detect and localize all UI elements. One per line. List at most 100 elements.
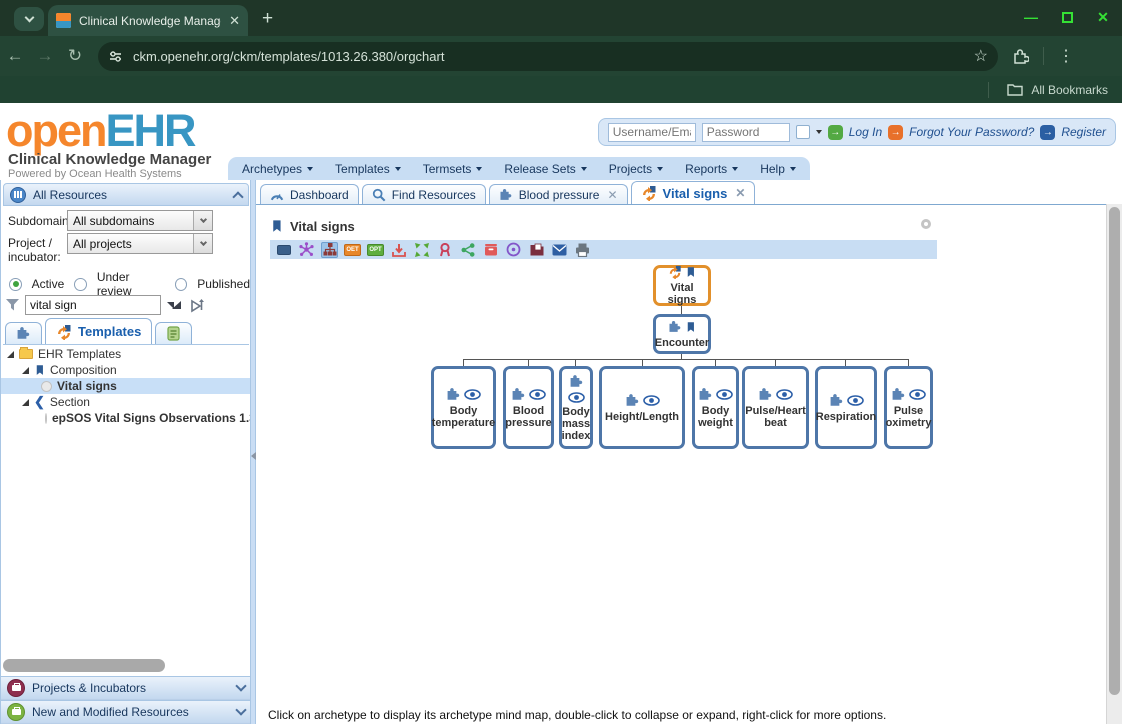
back-icon[interactable]: ← [0,46,30,66]
connector-line [681,305,682,314]
extensions-icon[interactable] [1012,48,1029,65]
window-close-button[interactable]: ✕ [1092,6,1114,28]
menu-archetypes[interactable]: Archetypes [242,162,313,176]
menu-termsets[interactable]: Termsets [423,162,483,176]
orgchart-node-body-weight[interactable]: Body weight [692,366,739,449]
openehr-logo[interactable]: openEHR [6,105,195,157]
oet-download-icon[interactable]: OET [344,242,361,258]
browser-tab[interactable]: Clinical Knowledge Manager ✕ [48,5,248,36]
bookmark-star-icon[interactable]: ☆ [974,46,988,66]
new-modified-panel[interactable]: New and Modified Resources [1,700,251,724]
expand-triangle-icon[interactable] [22,367,29,374]
opt-download-icon[interactable]: OPT [367,242,384,258]
tab-blood-pressure[interactable]: Blood pressure ✕ [489,184,628,204]
menu-release-sets[interactable]: Release Sets [504,162,586,176]
print-icon[interactable] [574,242,591,258]
forward-icon[interactable]: → [30,46,60,66]
mindmap-icon[interactable] [298,242,315,258]
advanced-search-icon[interactable] [166,298,183,312]
username-field[interactable] [608,123,696,142]
new-tab-button[interactable]: + [262,8,273,30]
menu-help[interactable]: Help [760,162,796,176]
published-radio[interactable] [175,278,188,291]
search-input[interactable] [25,295,161,315]
tab-dashboard[interactable]: Dashboard [260,184,359,204]
main-vertical-scrollbar[interactable] [1106,204,1122,724]
project-select[interactable]: All projects [67,233,213,254]
tab-templates[interactable]: Templates [45,318,152,344]
forgot-password-link[interactable]: Forgot Your Password? [909,125,1034,139]
orgchart-node-respiration[interactable]: Respiration [815,366,877,449]
forgot-password-arrow-icon[interactable]: → [888,125,903,140]
orgchart-node-height-length[interactable]: Height/Length [599,366,685,449]
tab-close-icon[interactable]: ✕ [229,13,240,29]
tab-search-button[interactable] [14,7,44,31]
orgchart-node-encounter[interactable]: Encounter [653,314,711,354]
tab-close-icon[interactable]: ✕ [607,188,617,202]
scrollbar-thumb[interactable] [1109,207,1120,695]
repository-folder-icon[interactable] [528,242,545,258]
expand-triangle-icon[interactable] [7,351,14,358]
tree-node-ehr-templates[interactable]: EHR Templates [1,346,251,362]
tab-strip: Clinical Knowledge Manager ✕ + — ✕ [0,0,1122,36]
orgchart-node-pulse-heart-beat[interactable]: Pulse/Heart beat [742,366,809,449]
all-bookmarks-button[interactable]: All Bookmarks [1031,83,1108,97]
login-options-dropdown-icon[interactable] [816,130,822,134]
site-info-icon[interactable] [108,49,123,64]
download-icon[interactable] [390,242,407,258]
orgchart-node-blood-pressure[interactable]: Blood pressure [503,366,554,449]
tab-termsets[interactable] [155,322,192,344]
scrollbar-thumb[interactable] [3,659,165,672]
under-review-radio[interactable] [74,278,87,291]
tab-close-icon[interactable]: ✕ [735,186,745,200]
expand-chevron-icon[interactable] [235,704,246,715]
connector-line [715,359,716,366]
orgchart-node-pulse-oximetry[interactable]: Pulse oximetry [884,366,933,449]
collapse-all-icon[interactable] [413,242,430,258]
subdomain-select[interactable]: All subdomains [67,210,213,231]
expand-chevron-icon[interactable] [235,680,246,691]
select-chevron-icon[interactable] [193,211,212,230]
orgchart-node-body-temperature[interactable]: Body temperature [431,366,496,449]
window-maximize-button[interactable] [1056,6,1078,28]
menu-reports[interactable]: Reports [685,162,738,176]
active-radio[interactable] [9,278,22,291]
tab-archetypes[interactable] [5,322,42,344]
run-search-icon[interactable] [188,298,204,313]
share-icon[interactable] [459,242,476,258]
menu-templates[interactable]: Templates [335,162,401,176]
url-text[interactable]: ckm.openehr.org/ckm/templates/1013.26.38… [133,49,964,64]
orgchart-icon[interactable] [321,242,338,258]
flag-icon[interactable] [275,242,292,258]
register-arrow-icon[interactable]: → [1040,125,1055,140]
menu-projects[interactable]: Projects [609,162,663,176]
orgchart-node-vital-signs[interactable]: Vital signs [653,265,711,306]
mail-icon[interactable] [551,242,568,258]
expand-triangle-icon[interactable] [22,399,29,406]
window-minimize-button[interactable]: — [1020,6,1042,28]
archive-icon[interactable] [482,242,499,258]
browser-toolbar: ← → ↻ ckm.openehr.org/ckm/templates/1013… [0,36,1122,76]
projects-incubators-panel[interactable]: Projects & Incubators [1,676,251,700]
reload-icon[interactable]: ↻ [60,46,90,66]
tab-vital-signs[interactable]: Vital signs ✕ [631,181,756,204]
log-in-link[interactable]: Log In [849,125,882,139]
tab-find-resources[interactable]: Find Resources [362,184,486,204]
remember-me-checkbox[interactable] [796,125,810,139]
orgchart-node-body-mass-index[interactable]: Body mass index [559,366,593,449]
refresh-swirl-icon[interactable] [505,242,522,258]
tree-node-epsos[interactable]: epSOS Vital Signs Observations 1.3.6.1 [1,410,251,426]
tree-node-section[interactable]: ❮ Section [1,394,251,410]
tree-node-vital-signs[interactable]: Vital signs [1,378,251,394]
sidebar-horizontal-scrollbar[interactable] [1,658,251,673]
url-bar[interactable]: ckm.openehr.org/ckm/templates/1013.26.38… [98,42,998,71]
browser-menu-icon[interactable]: ⋮ [1058,46,1074,66]
ribbon-icon[interactable] [436,242,453,258]
tree-node-composition[interactable]: Composition [1,362,251,378]
log-in-arrow-icon[interactable]: → [828,125,843,140]
all-resources-header[interactable]: All Resources [3,183,249,206]
password-field[interactable] [702,123,790,142]
collapse-chevron-icon[interactable] [232,191,243,202]
register-link[interactable]: Register [1061,125,1106,139]
select-chevron-icon[interactable] [193,234,212,253]
